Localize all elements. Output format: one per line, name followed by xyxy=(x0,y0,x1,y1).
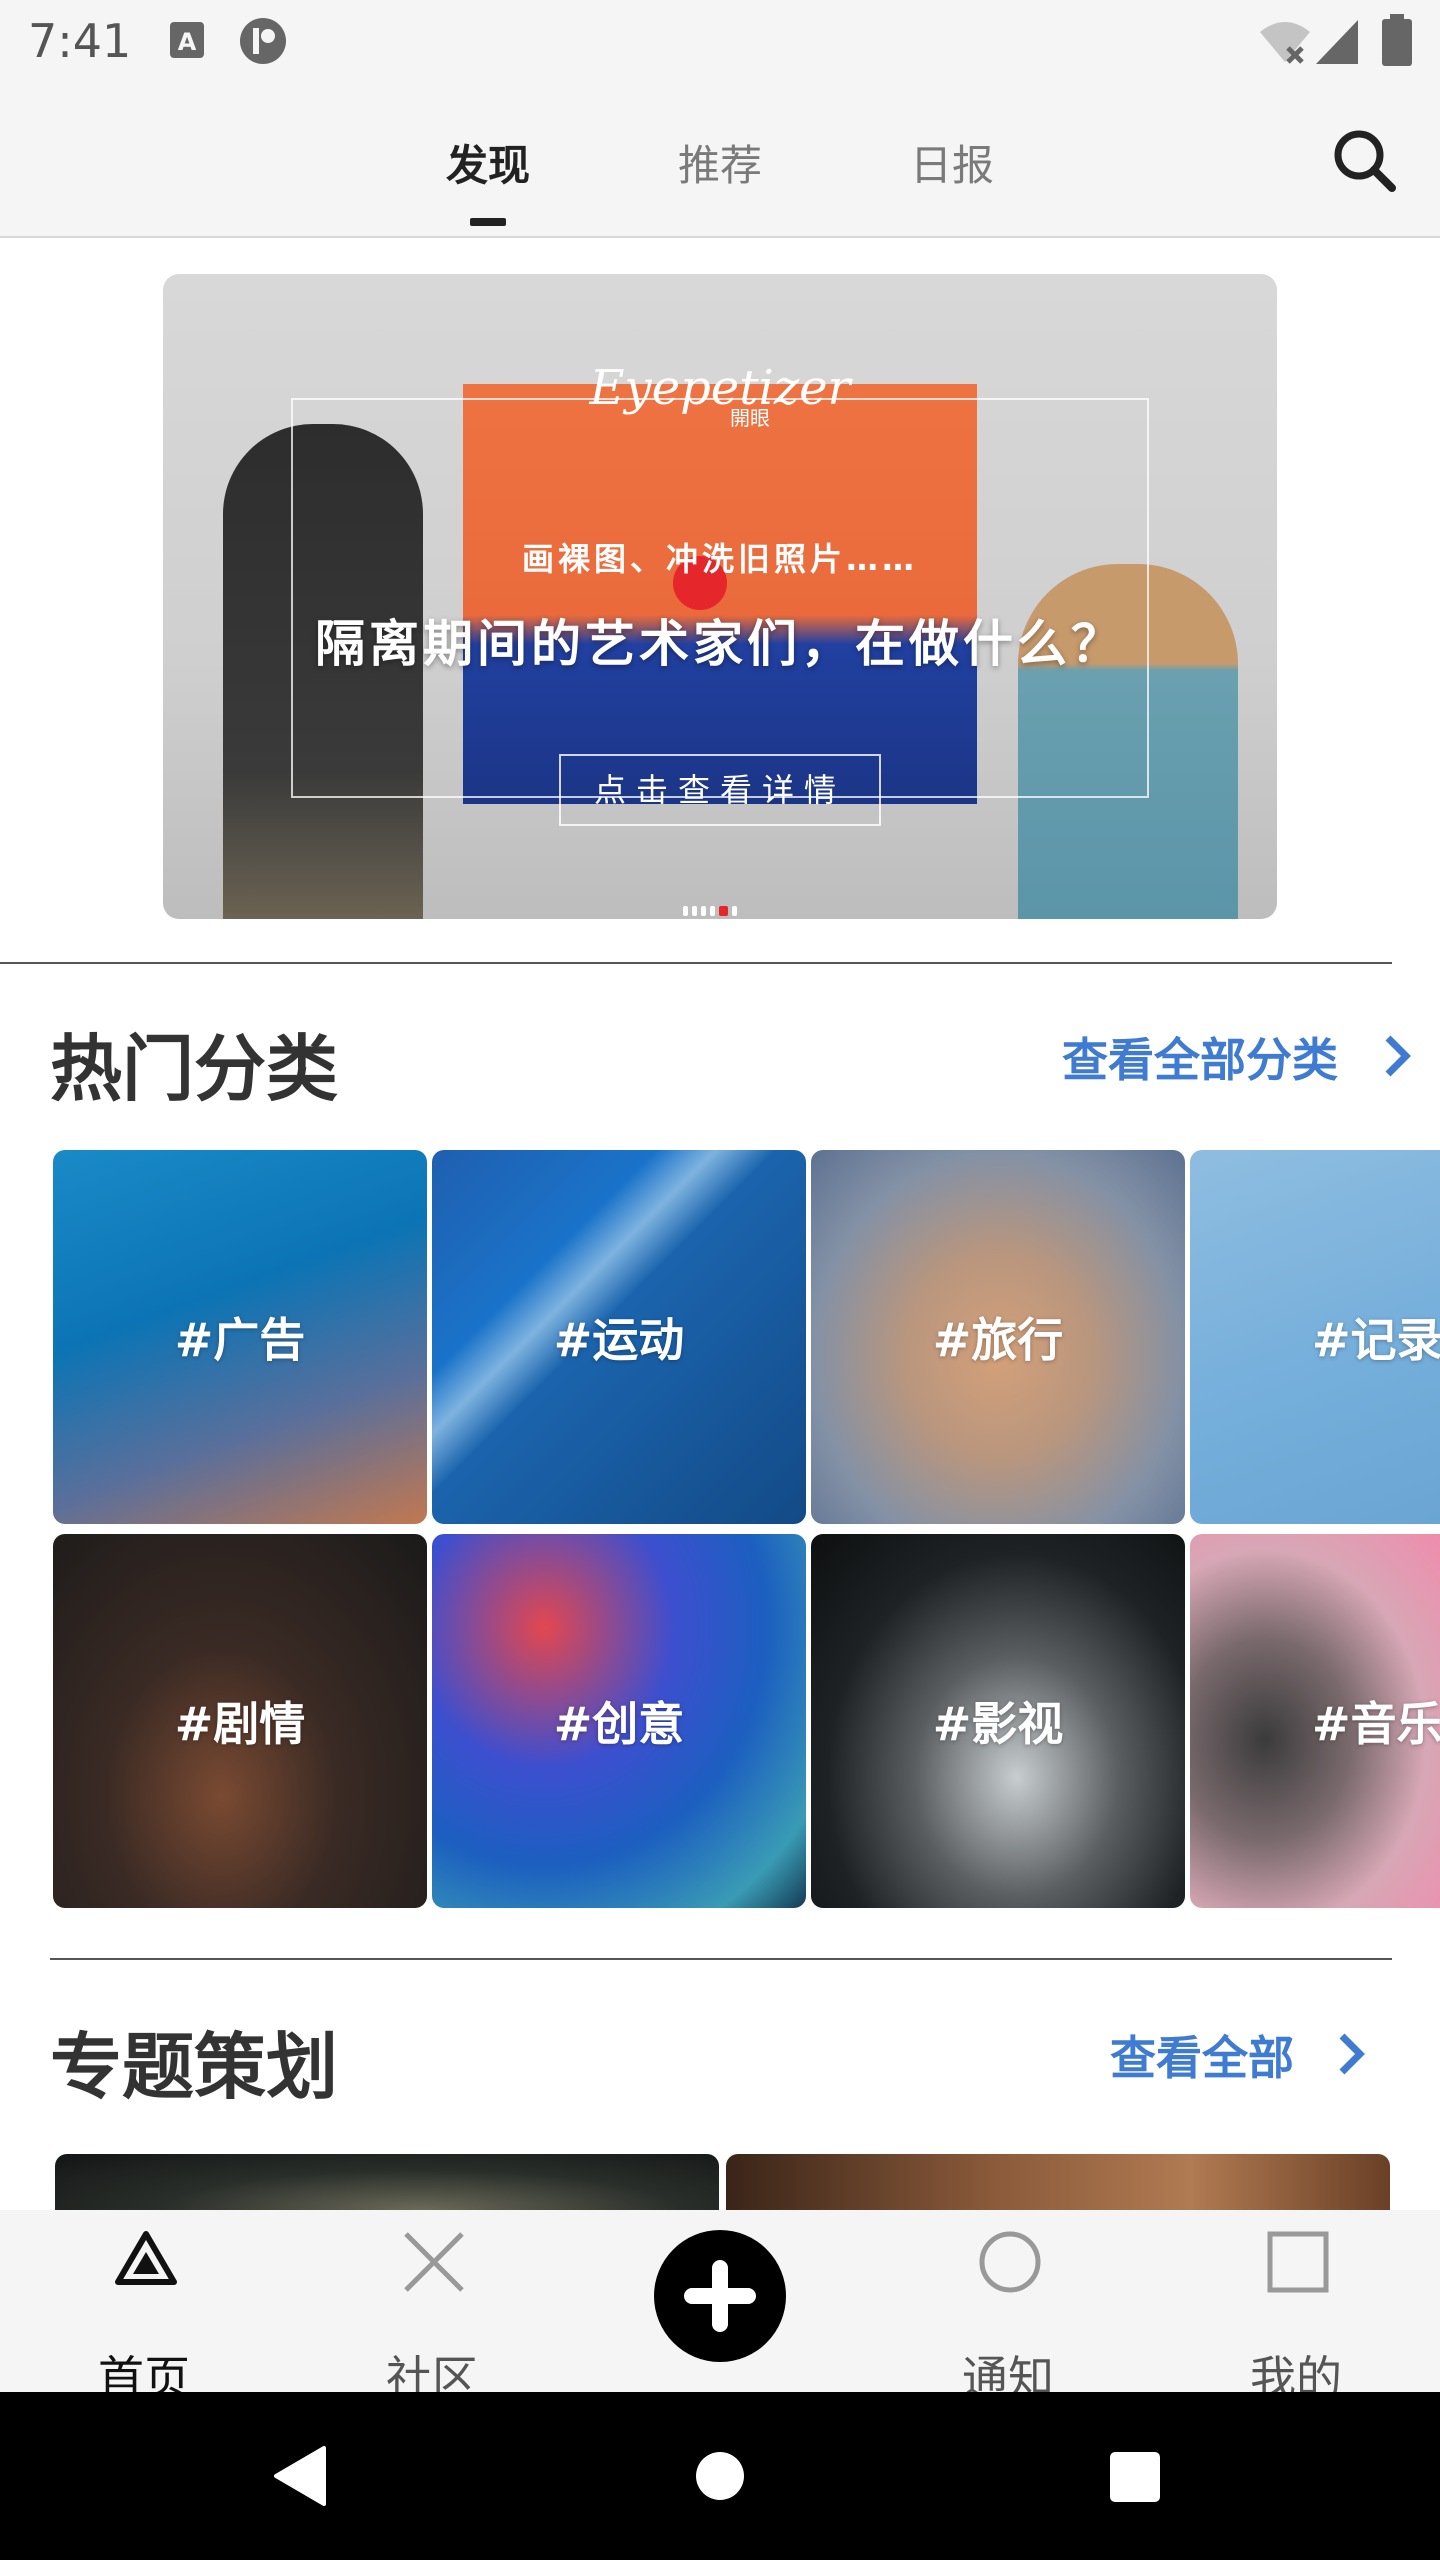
topic-card[interactable] xyxy=(726,2154,1390,2210)
page-dot xyxy=(732,906,737,916)
section-divider xyxy=(50,1958,1392,1960)
category-tile-creative[interactable]: #创意 xyxy=(432,1534,806,1908)
active-tab-indicator xyxy=(470,218,506,226)
page-dot xyxy=(701,906,706,916)
nav-profile[interactable]: 我的 xyxy=(1196,2210,1396,2405)
see-all-topics-link[interactable]: 查看全部 xyxy=(1110,2022,1294,2088)
page-dot xyxy=(683,906,688,916)
category-label: #创意 xyxy=(553,1697,685,1751)
status-time: 7:41 xyxy=(28,14,132,68)
category-label: #广告 xyxy=(174,1313,306,1367)
system-nav-bar xyxy=(0,2392,1440,2560)
add-post-button[interactable] xyxy=(654,2230,786,2362)
category-label: #运动 xyxy=(553,1313,685,1367)
page-dot xyxy=(710,906,715,916)
nav-home[interactable]: 首页 xyxy=(44,2210,244,2405)
page-dot xyxy=(692,906,697,916)
status-bar: 7:41 A xyxy=(0,0,1440,84)
category-tile-drama[interactable]: #剧情 xyxy=(53,1534,427,1908)
signal-icon xyxy=(1316,20,1358,64)
tab-recommend[interactable]: 推荐 xyxy=(650,132,790,193)
banner-frame xyxy=(291,398,1149,798)
nav-notifications[interactable]: 通知 xyxy=(908,2210,1108,2405)
tab-daily[interactable]: 日报 xyxy=(882,132,1022,193)
category-label: #记录 xyxy=(1312,1313,1440,1367)
hot-categories-title: 热门分类 xyxy=(50,1027,339,1111)
category-tile-film[interactable]: #影视 xyxy=(811,1534,1185,1908)
svg-text:A: A xyxy=(178,28,197,56)
chevron-right-icon[interactable] xyxy=(1336,2032,1366,2076)
top-tab-bar: 发现 推荐 日报 xyxy=(0,84,1440,238)
topic-card[interactable] xyxy=(55,2154,719,2210)
banner-cta-button[interactable]: 点击查看详情 xyxy=(559,754,881,826)
back-icon[interactable] xyxy=(272,2444,328,2508)
keyboard-notification-icon: A xyxy=(170,22,204,58)
category-label: #影视 xyxy=(932,1697,1064,1751)
app-notification-icon xyxy=(240,18,286,64)
category-tile-record[interactable]: #记录 xyxy=(1190,1150,1440,1524)
nav-community[interactable]: 社区 xyxy=(332,2210,532,2405)
square-icon xyxy=(1267,2231,1329,2293)
battery-icon xyxy=(1382,14,1412,66)
circle-icon xyxy=(979,2231,1041,2293)
banner-subtitle: 画裸图、冲洗旧照片…… xyxy=(521,540,918,578)
banner-brand-sub: 開眼 xyxy=(730,406,770,430)
wifi-off-icon xyxy=(1260,22,1310,64)
bottom-nav-bar: 首页 社区 通知 我的 xyxy=(0,2210,1440,2405)
tab-discover[interactable]: 发现 xyxy=(418,132,558,193)
category-tile-music[interactable]: #音乐 xyxy=(1190,1534,1440,1908)
search-icon[interactable] xyxy=(1330,126,1400,196)
category-label: #剧情 xyxy=(174,1697,306,1751)
see-all-categories-link[interactable]: 查看全部分类 xyxy=(1062,1024,1338,1090)
banner-title: 隔离期间的艺术家们，在做什么？ xyxy=(315,615,1125,673)
category-tile-travel[interactable]: #旅行 xyxy=(811,1150,1185,1524)
featured-banner[interactable]: Eyepetizer 開眼 画裸图、冲洗旧照片…… 隔离期间的艺术家们，在做什么… xyxy=(163,274,1277,919)
category-label: #旅行 xyxy=(932,1313,1064,1367)
category-label: #音乐 xyxy=(1312,1697,1440,1751)
special-topics-title: 专题策划 xyxy=(50,2025,339,2109)
category-tile-sports[interactable]: #运动 xyxy=(432,1150,806,1524)
section-divider xyxy=(0,962,1392,964)
triangle-icon xyxy=(115,2231,177,2285)
cross-icon xyxy=(404,2232,464,2292)
banner-page-indicator xyxy=(683,906,737,916)
recents-icon[interactable] xyxy=(1108,2450,1162,2504)
page-dot-active xyxy=(719,906,728,916)
category-tile-ads[interactable]: #广告 xyxy=(53,1150,427,1524)
chevron-right-icon[interactable] xyxy=(1382,1034,1412,1078)
home-icon[interactable] xyxy=(694,2450,746,2502)
